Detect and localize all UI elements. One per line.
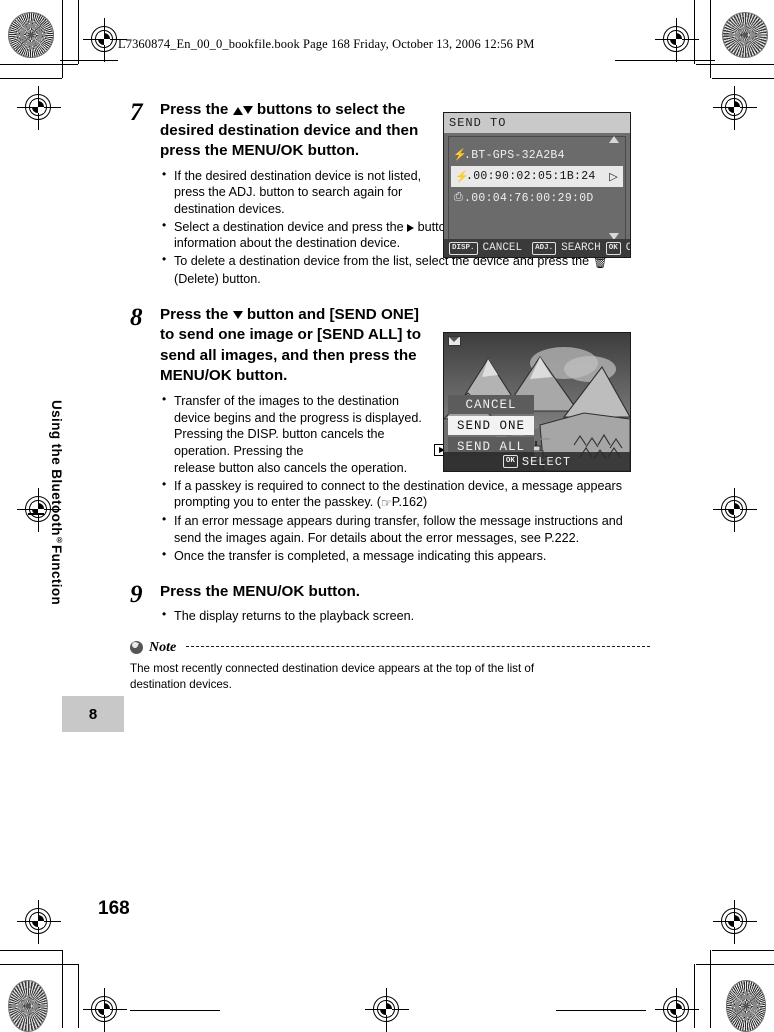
crosshair-icon [365,988,409,1032]
mail-icon [448,336,461,346]
crop-line-tl-h2 [0,78,62,80]
ok-key-icon[interactable]: OK [502,455,518,468]
header-rule-left [60,60,118,61]
crop-line-bottom-right [556,1010,646,1012]
chapter-number-badge: 8 [62,696,124,732]
lcd-footer-bar: OK SELECT [444,452,630,471]
search-label: SEARCH [561,242,601,254]
crop-line-br-h2 [712,950,774,952]
destination-device-list[interactable]: ⚡ .BT-GPS-32A2B4 ⚡ .00:90:02:05:1B:24 ▷ ⎙.… [448,136,626,241]
crop-line-br-h [696,964,774,966]
note-bullet-icon [130,641,143,655]
step-8-number: 8 [130,303,143,331]
crosshair-icon [713,86,757,130]
crosshair-icon [713,488,757,532]
up-arrow-icon [232,107,243,115]
chapter-title-text: Using the Bluetooth [49,400,64,536]
bullet-text-b: P.162) [391,495,428,510]
list-item: To delete a destination device from the … [160,252,650,288]
list-item: If an error message appears during trans… [160,512,650,546]
lcd-screenshot-send-to: SEND TO ⚡ .BT-GPS-32A2B4 ⚡ .00:90:02:05:1B… [443,112,631,258]
note-label: Note [149,639,177,655]
chapter-title-tail: Function [49,545,64,606]
bluetooth-icon: ⚡ [453,150,467,162]
crosshair-icon [713,900,757,944]
page-number: 168 [98,898,130,919]
device-label: .00:90:02:05:1B:24 [466,170,596,183]
registered-mark: ® [55,535,64,546]
star-target-icon [722,12,768,58]
list-item[interactable]: ⚡ .BT-GPS-32A2B4 [449,144,625,166]
crop-line-bl-v [62,950,64,1028]
note-header: Note [130,640,650,656]
step-7-title-pre: Press the [160,101,233,118]
crosshair-icon [17,900,61,944]
down-arrow-icon [232,310,243,319]
crop-line-bl-h [0,964,78,966]
list-item[interactable]: ⎙ .00:04:76:00:29:0D [449,187,625,209]
note-block: Note The most recently connected destina… [130,640,650,693]
crop-line-tr-h2 [712,78,774,80]
pointing-hand-icon: ☞ [380,496,392,511]
list-item: If the desired destination device is not… [160,167,446,218]
ok-label: OK [626,242,630,254]
lcd-footer-bar: DISP. CANCEL ADJ. SEARCH OK OK [444,239,630,257]
step-7-number: 7 [130,99,143,126]
lcd-title: SEND TO [444,113,630,133]
chapter-number: 8 [88,705,98,723]
adj-key-icon[interactable]: ADJ. [532,241,557,255]
disp-key-icon[interactable]: DISP. [449,241,478,255]
step-9-number: 9 [130,580,143,608]
step-9: 9 Press the MENU/OK button. The display … [130,580,650,626]
crosshair-icon [655,18,699,62]
crop-line-tl-v2 [78,0,80,64]
crosshair-icon [17,86,61,130]
book-header-text: L7360874_En_00_0_bookfile.book Page 168 … [118,37,535,51]
cancel-label: CANCEL [482,242,523,254]
ok-key-icon[interactable]: OK [605,241,621,255]
bullet-text-b: (Delete) button. [174,272,261,287]
header-rule-right [615,60,715,61]
list-item: If a passkey is required to connect to t… [160,477,650,513]
crop-line-tl-v [62,0,64,78]
crop-line-tl-h [0,64,78,66]
list-item-selected[interactable]: ⚡ .00:90:02:05:1B:24 ▷ [451,166,623,187]
step-9-bullets: The display returns to the playback scre… [160,607,650,625]
crop-line-bl-h2 [0,950,62,952]
crop-line-bl-v2 [78,964,80,1028]
note-divider [186,645,650,647]
bullet-text-a: Transfer of the images to the destinatio… [174,393,422,459]
select-label: SELECT [521,454,572,469]
list-item: Once the transfer is completed, a messag… [160,547,650,565]
crosshair-icon [83,988,127,1032]
step-8-title-a: Press the [160,305,233,323]
note-text: The most recently connected destination … [130,661,535,691]
crosshair-icon [655,988,699,1032]
star-target-icon [726,980,766,1032]
star-target-icon [8,12,54,58]
menu-item-send-one[interactable]: SEND ONE [448,416,534,435]
crop-line-tr-h [696,64,774,66]
crop-line-tr-v [710,0,712,78]
send-menu[interactable]: CANCEL SEND ONE SEND ALL [448,395,534,458]
lcd-screenshot-send-menu: CANCEL SEND ONE SEND ALL OK SELECT [443,332,631,472]
menu-item-cancel[interactable]: CANCEL [448,395,534,414]
chevron-right-icon[interactable]: ▷ [609,170,618,184]
star-target-icon [8,980,48,1032]
list-item: The display returns to the playback scre… [160,607,650,625]
scroll-up-icon[interactable] [609,136,619,143]
device-label: .00:04:76:00:29:0D [464,191,594,205]
bluetooth-icon: ⚡ [455,171,469,184]
crop-line-br-v [710,950,712,1028]
step-7-title: Press the buttons to select the desired … [160,100,432,162]
printer-icon: ⎙ [453,192,464,204]
device-label: .BT-GPS-32A2B4 [464,148,565,162]
crop-line-bottom-left [130,1010,220,1012]
step-9-title: Press the MENU/OK button. [160,582,360,600]
bullet-text-a: Select a destination device and press th… [174,219,408,234]
step-8-title: Press the button and [SEND ONE] to send … [160,305,432,387]
chapter-title-vertical: Using the Bluetooth ® Function [40,400,64,680]
down-arrow-icon [242,106,253,114]
